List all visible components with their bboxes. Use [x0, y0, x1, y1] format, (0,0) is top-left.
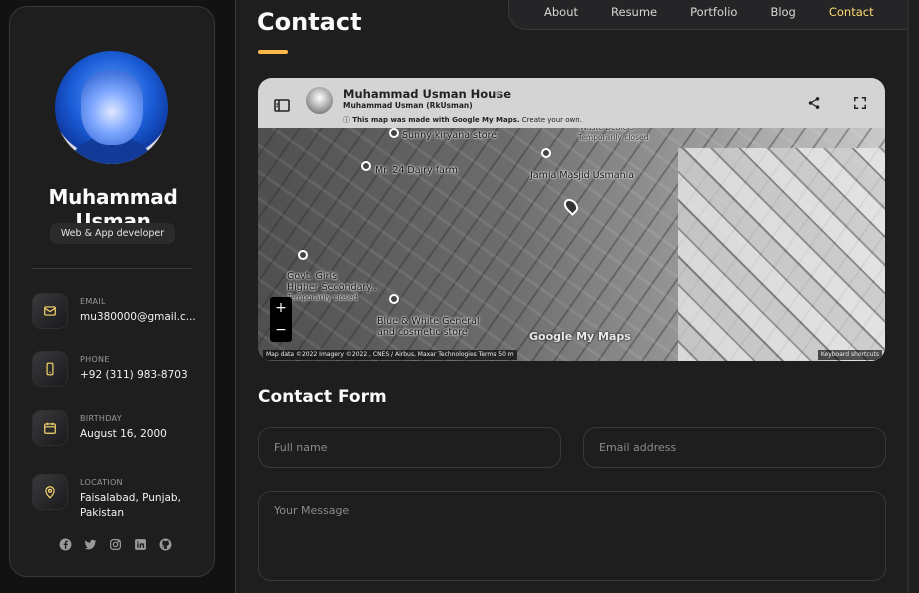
- map-label-masjid: Jamia Masjid Usmania: [530, 170, 635, 181]
- instagram-icon[interactable]: [108, 537, 122, 551]
- email-label: EMAIL: [80, 297, 106, 306]
- social-links: [58, 537, 172, 551]
- location-pin-icon[interactable]: [561, 196, 581, 216]
- info-icon: ⓘ: [343, 116, 353, 124]
- location-label: LOCATION: [80, 478, 123, 487]
- nav-contact[interactable]: Contact: [829, 5, 874, 19]
- map-label-temp1: Temporarily closed: [578, 133, 649, 142]
- full-name-input[interactable]: [258, 427, 561, 468]
- contact-phone: PHONE +92 (311) 983-8703: [32, 351, 212, 391]
- star-icon[interactable]: ★: [494, 89, 502, 99]
- map-pin-icon[interactable]: [298, 250, 308, 260]
- contact-email: EMAIL mu380000@gmail.c...: [32, 293, 212, 333]
- nav-portfolio[interactable]: Portfolio: [690, 5, 737, 19]
- map-pin-icon[interactable]: [389, 294, 399, 304]
- map-label-school1: Govt. Girls: [287, 271, 338, 282]
- map-credits[interactable]: Map data ©2022 Imagery ©2022 , CNES / Ai…: [263, 350, 517, 360]
- phone-link[interactable]: +92 (311) 983-8703: [80, 368, 200, 383]
- phone-icon: [32, 351, 68, 387]
- birthday-value: August 16, 2000: [80, 428, 167, 440]
- zoom-controls: + −: [270, 297, 292, 342]
- linkedin-icon[interactable]: [133, 537, 147, 551]
- email-input[interactable]: [583, 427, 886, 468]
- map-label-blue2: and cosmetic store: [377, 327, 468, 338]
- map-title: Muhammad Usman House: [343, 87, 512, 101]
- map-label-blue1: Blue & White General: [377, 316, 480, 327]
- message-textarea[interactable]: [258, 491, 886, 581]
- birthday-label: BIRTHDAY: [80, 414, 122, 423]
- twitter-icon[interactable]: [83, 537, 97, 551]
- contact-birthday: BIRTHDAY August 16, 2000: [32, 410, 212, 450]
- nav-resume[interactable]: Resume: [611, 5, 657, 19]
- map-owner: Muhammad Usman (RkUsman): [343, 101, 473, 110]
- map-label-sunny: Sunny kiryana store: [402, 130, 498, 141]
- nav-about[interactable]: About: [544, 5, 578, 19]
- main-content: About Resume Portfolio Blog Contact Cont…: [235, 0, 919, 593]
- keyboard-shortcuts-link[interactable]: Keyboard shortcuts: [817, 350, 882, 360]
- location-icon: [32, 474, 68, 510]
- email-link[interactable]: mu380000@gmail.c...: [80, 310, 200, 325]
- share-icon[interactable]: [807, 95, 821, 109]
- map-label-temp2: Temporarily closed: [287, 293, 358, 302]
- map-header: Muhammad Usman House ★ Muhammad Usman (R…: [258, 78, 885, 128]
- page-title: Contact: [257, 8, 362, 36]
- calendar-icon: [32, 410, 68, 446]
- map-pin-icon[interactable]: [541, 148, 551, 158]
- avatar: [55, 51, 168, 164]
- profile-sidebar: Muhammad Usman Web & App developer EMAIL…: [9, 6, 215, 577]
- map-canvas[interactable]: Waste Dealers Temporarily closed Sunny k…: [258, 123, 885, 361]
- map-label-dairy: Mr. 24 Dairy farm: [375, 165, 458, 176]
- role-badge: Web & App developer: [50, 223, 175, 244]
- map-footer: Map data ©2022 Imagery ©2022 , CNES / Ai…: [258, 350, 885, 361]
- scrollbar[interactable]: [907, 0, 909, 593]
- embedded-map[interactable]: Waste Dealers Temporarily closed Sunny k…: [258, 78, 885, 361]
- facebook-icon[interactable]: [58, 537, 72, 551]
- top-navbar: About Resume Portfolio Blog Contact: [508, 0, 908, 30]
- zoom-out-button[interactable]: −: [270, 319, 292, 341]
- github-icon[interactable]: [158, 537, 172, 551]
- create-map-link[interactable]: Create your own.: [522, 116, 582, 124]
- form-title: Contact Form: [258, 387, 387, 407]
- title-underline: [258, 50, 288, 54]
- fullscreen-icon[interactable]: [853, 95, 867, 109]
- map-logo: Google My Maps: [529, 330, 631, 343]
- map-pin-icon[interactable]: [389, 128, 399, 138]
- zoom-in-button[interactable]: +: [270, 297, 292, 319]
- sidebar-divider: [32, 268, 192, 269]
- phone-label: PHONE: [80, 355, 110, 364]
- sidebar-panel-icon[interactable]: [274, 97, 290, 112]
- map-owner-avatar: [306, 87, 333, 114]
- location-value: Faisalabad, Punjab, Pakistan: [80, 492, 181, 519]
- mail-icon: [32, 293, 68, 329]
- map-pin-icon[interactable]: [361, 161, 371, 171]
- nav-blog[interactable]: Blog: [770, 5, 795, 19]
- contact-location: LOCATION Faisalabad, Punjab, Pakistan: [32, 474, 212, 524]
- map-info: ⓘ This map was made with Google My Maps.…: [343, 116, 582, 124]
